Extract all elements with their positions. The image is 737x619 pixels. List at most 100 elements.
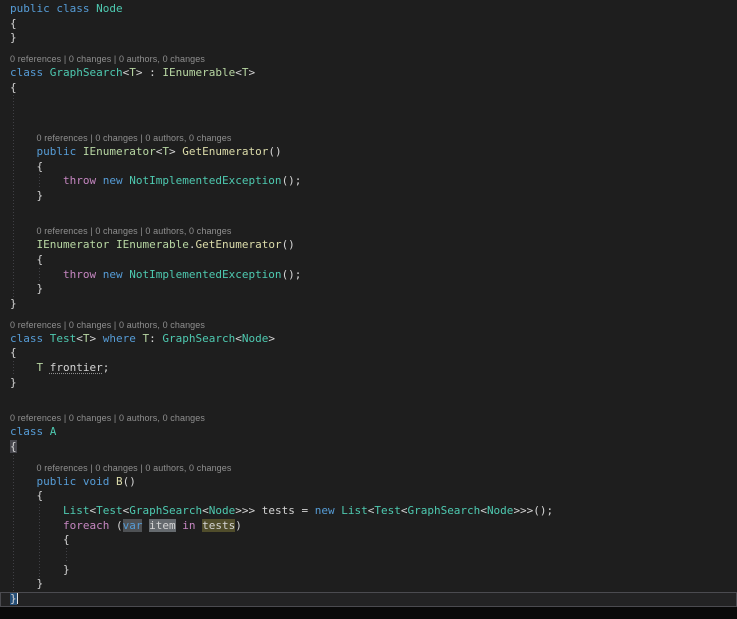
- code-token: >>> tests =: [235, 503, 315, 517]
- code-line[interactable]: }: [0, 376, 737, 391]
- code-token: <: [235, 331, 242, 345]
- code-token: }: [10, 282, 44, 296]
- code-line[interactable]: throw new NotImplementedException();: [0, 174, 737, 189]
- code-line[interactable]: List<Test<GraphSearch<Node>>> tests = ne…: [0, 504, 737, 519]
- code-line[interactable]: {: [0, 439, 737, 455]
- code-token: Node: [241, 331, 269, 345]
- code-line[interactable]: }: [0, 297, 737, 312]
- code-token: (): [122, 474, 136, 488]
- code-line[interactable]: {: [0, 160, 737, 175]
- code-token: ;: [102, 361, 110, 375]
- codelens-line[interactable]: 0 references | 0 changes | 0 authors, 0 …: [0, 218, 737, 238]
- editor[interactable]: public class Node{} 0 references | 0 chan…: [0, 0, 737, 619]
- code-token: T: [162, 144, 169, 158]
- code-line[interactable]: T frontier;: [0, 361, 737, 376]
- blank-line[interactable]: [0, 110, 737, 125]
- code-token: >: [268, 331, 275, 345]
- code-token: T: [82, 331, 90, 345]
- code-line[interactable]: {: [0, 489, 737, 504]
- code-line[interactable]: public void B(): [0, 475, 737, 490]
- code-token: A: [49, 425, 57, 439]
- codelens-indicator[interactable]: 0 references | 0 changes | 0 authors, 0 …: [36, 463, 231, 473]
- code-token: ();: [281, 267, 302, 281]
- code-token: >: [248, 66, 256, 80]
- code-token: IEnumerable: [115, 238, 189, 252]
- code-token: T: [129, 66, 136, 80]
- code-token: void: [82, 474, 110, 488]
- code-token: List: [341, 503, 368, 517]
- code-token: }: [10, 31, 17, 45]
- code-line[interactable]: {: [0, 253, 737, 268]
- blank-line[interactable]: [0, 390, 737, 405]
- code-token: new: [102, 267, 123, 281]
- codelens-line[interactable]: 0 references | 0 changes | 0 authors, 0 …: [0, 312, 737, 332]
- code-token: (): [281, 238, 295, 252]
- code-line[interactable]: }: [0, 189, 737, 204]
- code-line[interactable]: public IEnumerator<T> GetEnumerator(): [0, 145, 737, 160]
- code-token: {: [10, 16, 17, 30]
- code-token: }: [10, 562, 70, 576]
- hl-item-token: item: [149, 518, 176, 532]
- blank-line[interactable]: [0, 548, 737, 563]
- code-line[interactable]: }: [0, 282, 737, 297]
- code-token: GraphSearch: [129, 503, 203, 517]
- code-line[interactable]: {: [0, 17, 737, 32]
- codelens-line[interactable]: 0 references | 0 changes | 0 authors, 0 …: [0, 125, 737, 145]
- code-token: Test: [49, 331, 77, 345]
- code-line[interactable]: }: [0, 31, 737, 46]
- codelens-indicator[interactable]: 0 references | 0 changes | 0 authors, 0 …: [36, 133, 231, 143]
- codelens-line[interactable]: 0 references | 0 changes | 0 authors, 0 …: [0, 46, 737, 66]
- code-token: GetEnumerator: [182, 144, 269, 158]
- codelens-indicator[interactable]: 0 references | 0 changes | 0 authors, 0 …: [10, 54, 205, 64]
- code-token: new: [314, 503, 335, 517]
- code-token: Test: [96, 503, 123, 517]
- code-area[interactable]: public class Node{} 0 references | 0 chan…: [0, 0, 737, 607]
- code-token: }: [10, 577, 44, 591]
- code-token: B: [116, 474, 123, 488]
- code-line[interactable]: class GraphSearch<T> : IEnumerable<T>: [0, 66, 737, 81]
- code-token: Node: [486, 503, 514, 517]
- blank-line[interactable]: [0, 204, 737, 219]
- code-line[interactable]: IEnumerator IEnumerable.GetEnumerator(): [0, 238, 737, 253]
- hl-var-token: var: [122, 518, 143, 532]
- code-token: Test: [374, 503, 401, 517]
- code-token: (: [109, 518, 123, 532]
- code-token: <: [235, 66, 242, 80]
- code-token: GraphSearch: [407, 503, 481, 517]
- code-line[interactable]: throw new NotImplementedException();: [0, 268, 737, 283]
- codelens-line[interactable]: 0 references | 0 changes | 0 authors, 0 …: [0, 455, 737, 475]
- code-token: GraphSearch: [162, 331, 236, 345]
- code-line[interactable]: foreach (var item in tests): [0, 518, 737, 534]
- current-code-line[interactable]: }: [0, 592, 737, 607]
- brace-open-token: {: [10, 439, 17, 453]
- codelens-indicator[interactable]: 0 references | 0 changes | 0 authors, 0 …: [10, 320, 205, 330]
- code-line[interactable]: }: [0, 563, 737, 578]
- code-token: ): [235, 518, 242, 532]
- code-line[interactable]: class Test<T> where T: GraphSearch<Node>: [0, 332, 737, 347]
- code-line[interactable]: {: [0, 346, 737, 361]
- blank-line[interactable]: [0, 95, 737, 110]
- code-token: GetEnumerator: [195, 238, 282, 252]
- codelens-indicator[interactable]: 0 references | 0 changes | 0 authors, 0 …: [36, 226, 231, 236]
- codelens-line[interactable]: 0 references | 0 changes | 0 authors, 0 …: [0, 405, 737, 425]
- horizontal-scrollbar-track[interactable]: [0, 607, 737, 619]
- code-line[interactable]: }: [0, 577, 737, 592]
- codelens-indicator[interactable]: 0 references | 0 changes | 0 authors, 0 …: [10, 413, 205, 423]
- code-line[interactable]: class A: [0, 425, 737, 440]
- code-line[interactable]: {: [0, 81, 737, 96]
- code-token: public: [36, 474, 77, 488]
- code-token: public: [10, 2, 50, 15]
- code-line[interactable]: public class Node: [0, 2, 737, 17]
- code-token: List: [62, 503, 90, 517]
- code-token: foreach: [62, 518, 110, 532]
- code-token: NotImplementedException: [129, 174, 282, 188]
- code-line[interactable]: {: [0, 533, 737, 548]
